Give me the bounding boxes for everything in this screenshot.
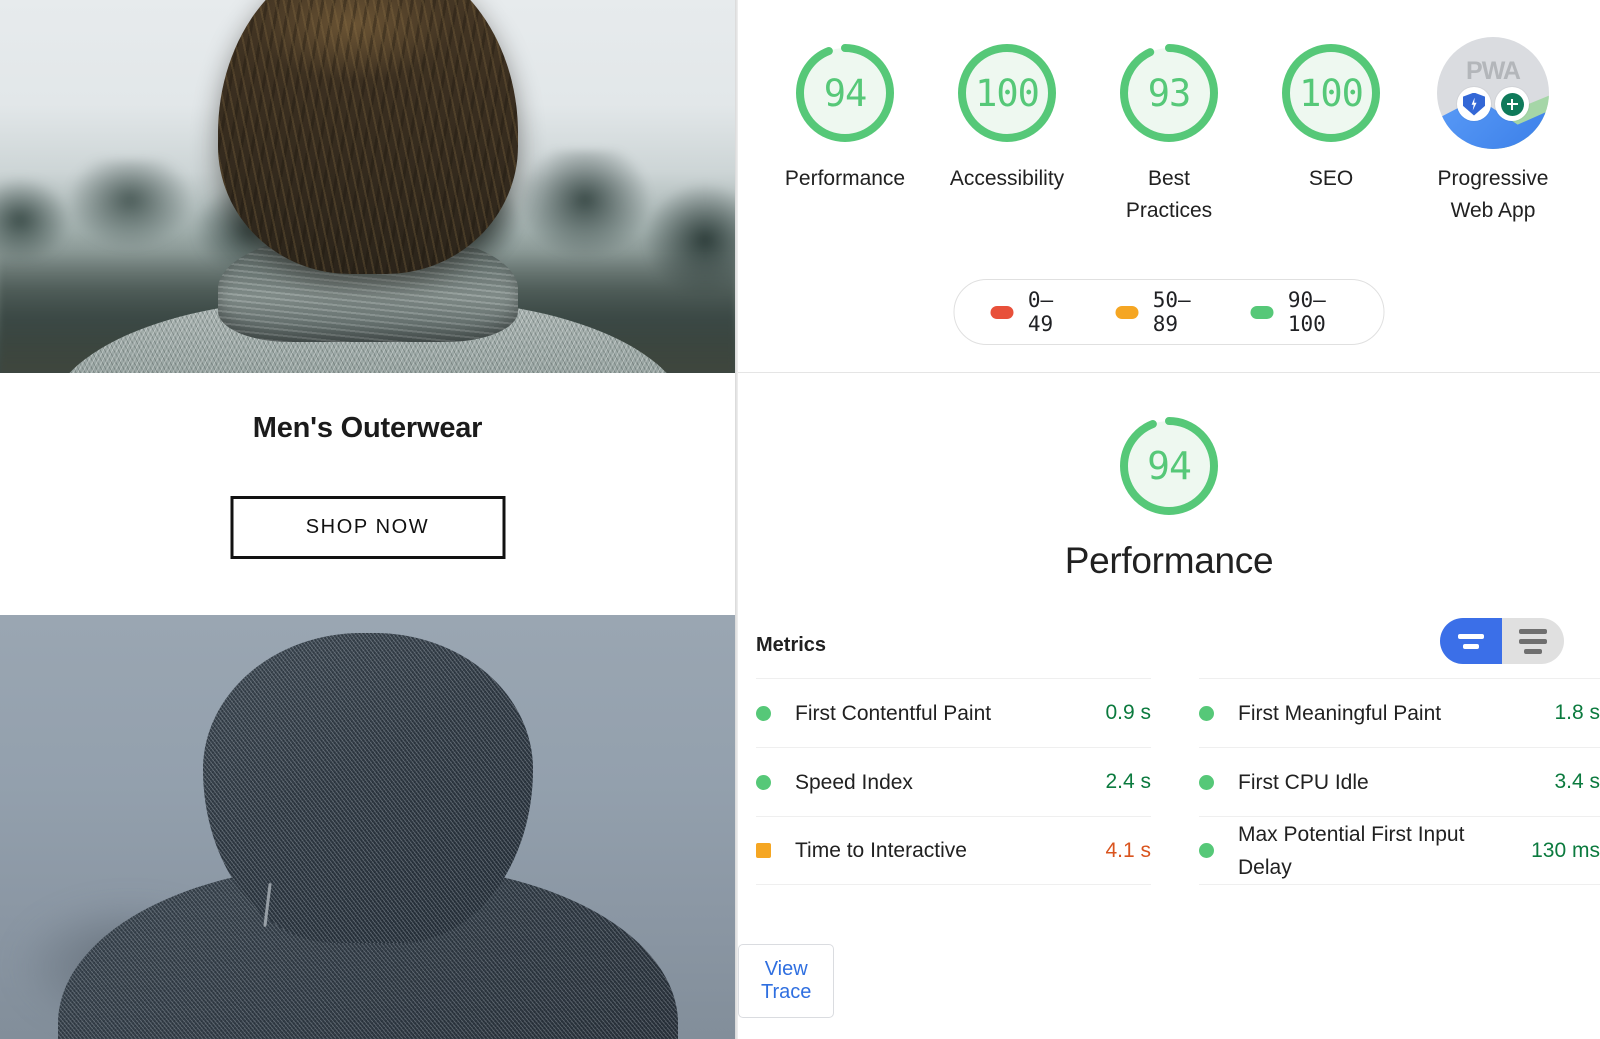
best-practices-label-line1: Best: [1147, 167, 1190, 190]
performance-label: Performance: [784, 167, 906, 190]
toggle-expanded-view[interactable]: [1502, 618, 1564, 664]
metric-row[interactable]: Max Potential First Input Delay 130 ms: [1199, 816, 1600, 885]
legend-item-average: 50–89: [1115, 288, 1202, 336]
pwa-label-line2: Web App: [1450, 199, 1536, 222]
performance-gauge: 94: [789, 37, 901, 149]
score-legend: 0–49 50–89 90–100: [953, 279, 1385, 345]
pwa-wave-blue: [1437, 97, 1549, 149]
performance-section-score: 94: [1147, 444, 1192, 488]
category-gauges-row: 94 Performance 100 Accessibility 93 Best…: [738, 37, 1600, 227]
legend-item-pass: 90–100: [1250, 288, 1347, 336]
hero-image-bottom: [0, 615, 735, 1039]
best-practices-label: Best Practices: [1126, 163, 1212, 227]
metric-row[interactable]: Speed Index 2.4 s: [756, 747, 1151, 816]
metric-value: 1.8 s: [1554, 701, 1600, 724]
metrics-view-toggle[interactable]: [1440, 618, 1564, 664]
person-hair: [217, 0, 518, 274]
promo-title: Men's Outerwear: [252, 412, 483, 444]
metric-row[interactable]: First Contentful Paint 0.9 s: [756, 678, 1151, 747]
metrics-column-right: First Meaningful Paint 1.8 s First CPU I…: [1169, 678, 1600, 928]
accessibility-label: Accessibility: [949, 167, 1065, 190]
pwa-badge-icon: PWA: [1437, 37, 1549, 149]
legend-item-fail: 0–49: [990, 288, 1068, 336]
performance-section-title: Performance: [1064, 540, 1274, 581]
metric-value: 2.4 s: [1105, 770, 1151, 793]
metric-name: First CPU Idle: [1238, 770, 1369, 794]
status-dot-pass: [1199, 774, 1214, 790]
metric-name: Time to Interactive: [795, 839, 967, 862]
legend-range-fail: 0–49: [1027, 288, 1054, 336]
metric-name: Max Potential First Input Delay: [1238, 822, 1465, 879]
metric-row[interactable]: First CPU Idle 3.4 s: [1199, 747, 1600, 816]
metric-name: Speed Index: [795, 770, 913, 794]
status-dot-pass: [1199, 705, 1214, 721]
pwa-label: Progressive Web App: [1438, 163, 1549, 227]
metric-row[interactable]: First Meaningful Paint 1.8 s: [1199, 678, 1600, 747]
metric-name: First Contentful Paint: [795, 701, 992, 725]
best-practices-gauge: 93: [1113, 37, 1225, 149]
pwa-label-line1: Progressive: [1437, 167, 1549, 190]
shop-now-button[interactable]: SHOP NOW: [230, 496, 505, 559]
metric-value: 0.9 s: [1105, 701, 1151, 724]
shield-bolt-icon: [1457, 87, 1491, 121]
best-practices-label-line2: Practices: [1125, 199, 1213, 222]
hero-image-top: [0, 0, 735, 373]
category-seo[interactable]: 100 SEO: [1268, 37, 1394, 227]
toggle-simple-view[interactable]: [1440, 618, 1502, 664]
category-scores-panel: 94 Performance 100 Accessibility 93 Best…: [738, 7, 1600, 373]
legend-swatch-red: [990, 305, 1014, 319]
performance-section-header: 94 Performance: [738, 374, 1600, 606]
metric-name: First Meaningful Paint: [1238, 701, 1442, 725]
status-dot-pass: [756, 774, 771, 790]
best-practices-score-value: 93: [1147, 71, 1192, 115]
status-dot-pass: [1199, 843, 1214, 858]
pwa-badge-text: PWA: [1466, 57, 1521, 85]
category-performance[interactable]: 94 Performance: [782, 37, 908, 227]
view-trace-button[interactable]: View Trace: [738, 944, 835, 1018]
promo-block: Men's Outerwear SHOP NOW: [0, 373, 735, 615]
accessibility-gauge: 100: [951, 37, 1063, 149]
metrics-header: Metrics: [756, 618, 1582, 672]
status-dot-pass: [756, 705, 771, 721]
website-preview-pane: Men's Outerwear SHOP NOW: [0, 0, 735, 1039]
lighthouse-report-pane: 94 Performance 100 Accessibility 93 Best…: [738, 0, 1600, 1039]
legend-swatch-green: [1250, 305, 1274, 319]
seo-label: SEO: [1308, 167, 1354, 190]
category-progressive-web-app[interactable]: PWA Progressive Web App: [1430, 37, 1556, 227]
status-square-average: [756, 843, 771, 858]
performance-score-value: 94: [823, 71, 868, 115]
legend-range-pass: 90–100: [1287, 288, 1326, 336]
legend-range-average: 50–89: [1152, 288, 1191, 336]
category-best-practices[interactable]: 93 Best Practices: [1106, 37, 1232, 227]
metric-row[interactable]: Time to Interactive 4.1 s: [756, 816, 1151, 885]
metrics-heading: Metrics: [756, 634, 827, 656]
metrics-column-left: First Contentful Paint 0.9 s Speed Index…: [738, 678, 1169, 928]
category-accessibility[interactable]: 100 Accessibility: [944, 37, 1070, 227]
metrics-columns: First Contentful Paint 0.9 s Speed Index…: [738, 678, 1600, 928]
performance-section-gauge: 94: [1113, 410, 1225, 522]
legend-swatch-orange: [1115, 305, 1139, 319]
seo-score-value: 100: [1299, 71, 1364, 115]
accessibility-score-value: 100: [975, 71, 1040, 115]
hoodie-hood: [202, 633, 533, 943]
seo-gauge: 100: [1275, 37, 1387, 149]
metric-value: 3.4 s: [1554, 770, 1600, 793]
metric-value: 4.1 s: [1105, 838, 1151, 862]
metric-value: 130 ms: [1531, 838, 1600, 862]
lighthouse-report-with-site-preview: Men's Outerwear SHOP NOW 94 Performance …: [0, 0, 1600, 1039]
plus-circle-icon: [1495, 87, 1529, 121]
